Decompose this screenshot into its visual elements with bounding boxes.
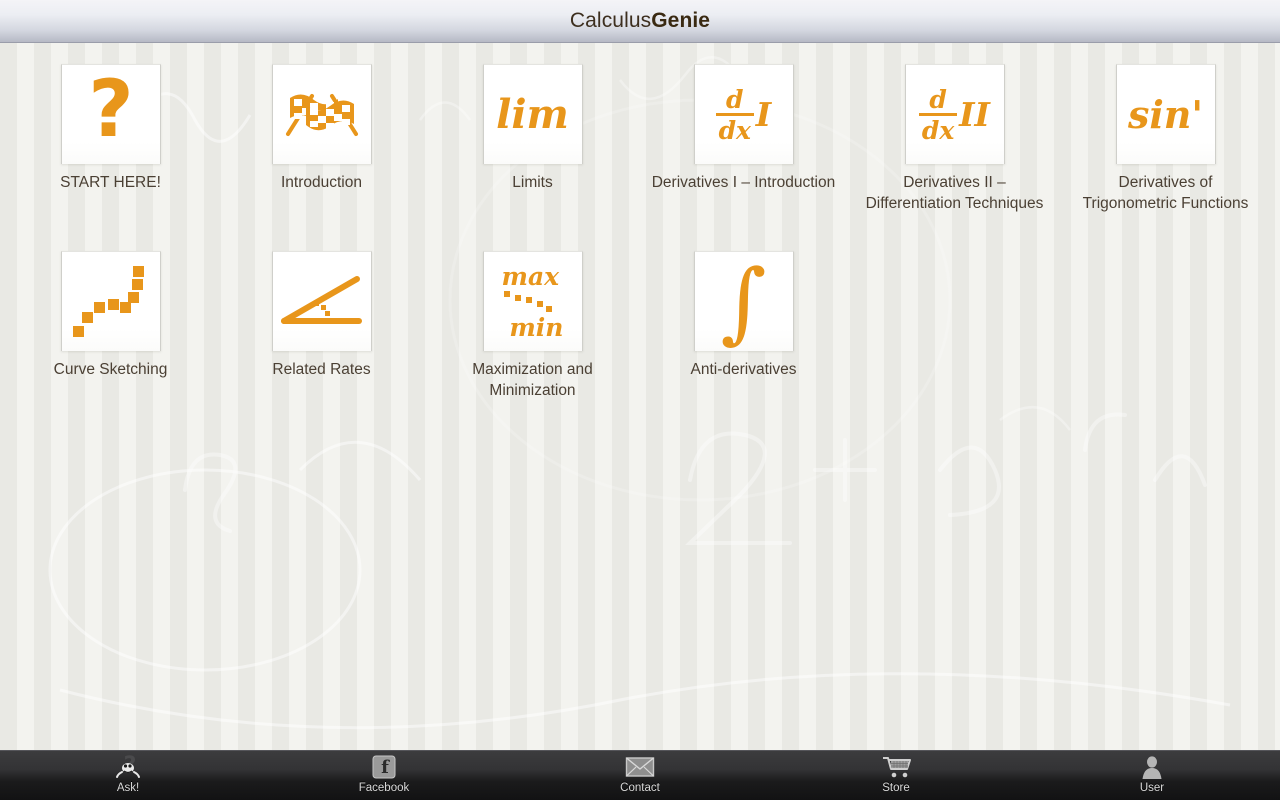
denominator-dx: dx xyxy=(921,115,955,145)
d-dx-two-icon: d dx II xyxy=(919,87,990,143)
app-title-regular: Calculus xyxy=(569,9,652,32)
tile-introduction[interactable]: Introduction xyxy=(216,64,427,193)
question-mark-icon: ? xyxy=(88,76,133,154)
genie-icon: ? xyxy=(113,754,143,780)
tile-icon-box[interactable]: d dx I xyxy=(693,64,794,164)
shopping-cart-icon xyxy=(880,754,912,780)
checkered-flags-icon xyxy=(285,93,358,136)
bottom-navigation-bar: ? Ask! f Facebook xyxy=(0,750,1280,800)
page-title: CalculusGenie xyxy=(570,9,710,33)
nav-item-contact[interactable]: Contact xyxy=(512,751,768,800)
max-label: max xyxy=(501,261,560,291)
tile-icon-box[interactable]: lim xyxy=(482,64,583,164)
tile-label: Curve Sketching xyxy=(53,361,168,378)
numerator-d: d xyxy=(726,84,744,114)
tile-icon-box[interactable] xyxy=(60,251,161,351)
tile-icon-box[interactable]: ? xyxy=(60,64,161,164)
tile-related-rates[interactable]: Related Rates xyxy=(216,251,427,380)
max-min-icon: max min xyxy=(498,264,568,340)
envelope-icon xyxy=(625,754,655,780)
tile-icon-box[interactable]: max min xyxy=(482,251,583,351)
angle-icon xyxy=(280,275,362,324)
nav-label: Store xyxy=(882,782,910,794)
tile-label: Maximization and Minimization xyxy=(472,361,593,399)
tile-anti-derivatives[interactable]: ∫ Anti-derivatives xyxy=(638,251,849,380)
dot-trail-icon xyxy=(503,290,552,312)
tile-curve-sketching[interactable]: Curve Sketching xyxy=(5,251,216,380)
tile-icon-box[interactable] xyxy=(271,251,372,351)
tile-derivatives-two[interactable]: d dx II Derivatives II – Differentiation… xyxy=(849,64,1060,214)
title-bar: CalculusGenie xyxy=(0,0,1280,43)
user-icon xyxy=(1140,754,1164,780)
facebook-icon: f xyxy=(372,754,396,780)
tile-label: Derivatives II – Differentiation Techniq… xyxy=(865,174,1044,212)
tile-start-here[interactable]: ? START HERE! xyxy=(5,64,216,193)
sin-prime-icon: sin' xyxy=(1127,91,1204,137)
svg-text:?: ? xyxy=(88,76,133,154)
tile-derivatives-trigonometric[interactable]: sin' Derivatives of Trigonometric Functi… xyxy=(1060,64,1271,214)
nav-label: Contact xyxy=(620,782,660,794)
nav-label: Facebook xyxy=(358,782,410,794)
svg-text:f: f xyxy=(381,757,390,778)
nav-item-store[interactable]: Store xyxy=(768,751,1024,800)
tile-label: Derivatives of Trigonometric Functions xyxy=(1082,174,1249,212)
tile-label: Anti-derivatives xyxy=(690,361,797,378)
tile-icon-box[interactable]: d dx II xyxy=(904,64,1005,164)
tile-derivatives-one[interactable]: d dx I Derivatives I – Introduction xyxy=(638,64,849,193)
tile-label: Derivatives I – Introduction xyxy=(651,174,836,191)
tile-label: Introduction xyxy=(281,174,362,191)
numerator-d: d xyxy=(929,84,947,114)
dotted-curve-icon xyxy=(72,265,144,337)
nav-item-user[interactable]: User xyxy=(1024,751,1280,800)
roman-numeral: I xyxy=(755,95,772,134)
tile-maximization-minimization[interactable]: max min Maximization and Minimization xyxy=(427,251,638,401)
lim-icon: lim xyxy=(496,90,569,138)
tile-icon-box[interactable]: ∫ xyxy=(693,251,794,351)
integral-icon: ∫ xyxy=(720,251,767,351)
tile-label: START HERE! xyxy=(60,174,161,191)
min-label: min xyxy=(509,312,564,342)
tile-icon-box[interactable] xyxy=(271,64,372,164)
nav-item-ask[interactable]: ? Ask! xyxy=(0,751,256,800)
roman-numeral: II xyxy=(959,95,990,134)
denominator-dx: dx xyxy=(718,115,751,145)
tile-label: Related Rates xyxy=(272,361,371,378)
tile-limits[interactable]: lim Limits xyxy=(427,64,638,193)
d-dx-one-icon: d dx I xyxy=(715,84,772,145)
tile-icon-box[interactable]: sin' xyxy=(1115,64,1216,164)
nav-item-facebook[interactable]: f Facebook xyxy=(256,751,512,800)
app-title-bold: Genie xyxy=(651,9,711,32)
nav-label: User xyxy=(1139,782,1165,794)
nav-label: Ask! xyxy=(116,782,140,794)
tile-label: Limits xyxy=(512,174,553,191)
topic-grid: ? START HERE! Introduction lim Limits d … xyxy=(0,43,1280,750)
